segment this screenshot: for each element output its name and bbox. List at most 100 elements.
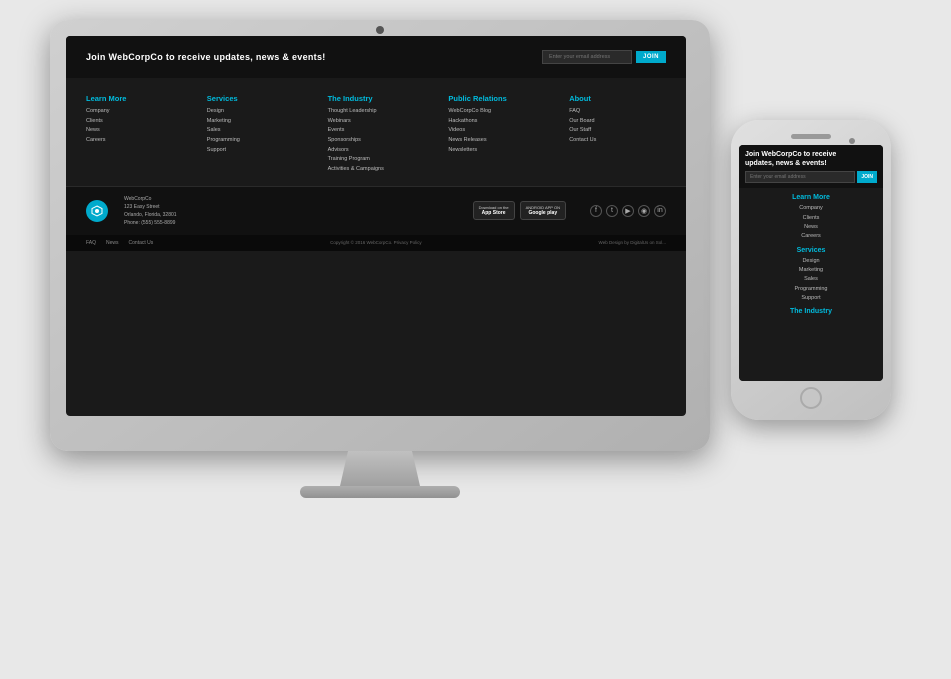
monitor-camera — [376, 26, 384, 34]
monitor: Join WebCorpCo to receive updates, news … — [50, 20, 710, 480]
google-play-badge[interactable]: ANDROID APP ON Google play — [520, 201, 566, 220]
phone-nav-item[interactable]: Marketing — [749, 266, 873, 275]
nav-col-industry: The Industry Thought Leadership Webinars… — [328, 94, 425, 176]
nav-item[interactable]: Marketing — [207, 118, 304, 126]
desktop-join-button[interactable]: JOIN — [636, 51, 666, 63]
bottom-link-faq[interactable]: FAQ — [86, 240, 96, 246]
footer-address: WebCorpCo 123 Easy Street Orlando, Flori… — [124, 195, 177, 227]
phone-nav-heading-learn-more: Learn More — [749, 194, 873, 201]
phone-nav-heading-services: Services — [749, 247, 873, 254]
screen-content: Join WebCorpCo to receive updates, news … — [66, 36, 686, 416]
google-play-name: Google play — [528, 210, 557, 216]
nav-item[interactable]: Hackathons — [448, 118, 545, 126]
phone-nav-heading-industry: The Industry — [749, 308, 873, 315]
app-store-name: App Store — [482, 210, 506, 216]
youtube-icon[interactable]: ▶ — [622, 205, 634, 217]
phone-wrap: Join WebCorpCo to receive updates, news … — [731, 120, 891, 420]
nav-item[interactable]: WebCorpCo Blog — [448, 108, 545, 116]
nav-item[interactable]: Advisors — [328, 147, 425, 155]
nav-item[interactable]: Sponsorships — [328, 137, 425, 145]
phone-bezel: Join WebCorpCo to receive updates, news … — [731, 120, 891, 420]
phone-camera-icon — [849, 138, 855, 144]
nav-item[interactable]: Support — [207, 147, 304, 155]
bottom-link-news[interactable]: News — [106, 240, 119, 246]
nav-heading-services: Services — [207, 94, 304, 103]
phone-join-form: JOIN — [745, 171, 877, 183]
monitor-screen: Join WebCorpCo to receive updates, news … — [66, 36, 686, 416]
phone-speaker — [791, 134, 831, 139]
nav-item[interactable]: Webinars — [328, 118, 425, 126]
phone-nav-item[interactable]: Company — [749, 204, 873, 213]
desktop-email-input[interactable] — [542, 50, 632, 64]
nav-item[interactable]: FAQ — [569, 108, 666, 116]
nav-item[interactable]: Activities & Campaigns — [328, 166, 425, 174]
monitor-bezel: Join WebCorpCo to receive updates, news … — [50, 20, 710, 451]
nav-item[interactable]: News Releases — [448, 137, 545, 145]
address-line1: 123 Easy Street — [124, 203, 177, 211]
nav-item[interactable]: News — [86, 127, 183, 135]
nav-item[interactable]: Contact Us — [569, 137, 666, 145]
scene: Join WebCorpCo to receive updates, news … — [0, 0, 951, 679]
phone-email-input[interactable] — [745, 171, 855, 183]
nav-col-learn-more: Learn More Company Clients News Careers — [86, 94, 183, 176]
phone-nav-item[interactable]: Clients — [749, 214, 873, 223]
nav-heading-learn-more: Learn More — [86, 94, 183, 103]
copyright-text: Copyright © 2016 WebCorpCo. Privacy Poli… — [330, 240, 422, 245]
bottom-links: FAQ News Contact Us — [86, 240, 153, 246]
nav-item[interactable]: Sales — [207, 127, 304, 135]
nav-item[interactable]: Clients — [86, 118, 183, 126]
phone-content: Join WebCorpCo to receive updates, news … — [739, 145, 883, 381]
phone: Join WebCorpCo to receive updates, news … — [731, 120, 891, 420]
nav-item[interactable]: Our Board — [569, 118, 666, 126]
nav-heading-about: About — [569, 94, 666, 103]
linkedin-icon[interactable]: in — [654, 205, 666, 217]
phone-home-button[interactable] — [800, 387, 822, 409]
nav-item[interactable]: Training Program — [328, 156, 425, 164]
nav-item[interactable]: Events — [328, 127, 425, 135]
nav-heading-pr: Public Relations — [448, 94, 545, 103]
monitor-stand — [340, 451, 420, 486]
nav-col-about: About FAQ Our Board Our Staff Contact Us — [569, 94, 666, 176]
instagram-icon[interactable]: ◉ — [638, 205, 650, 217]
phone-nav-item[interactable]: Programming — [749, 285, 873, 294]
nav-item[interactable]: Careers — [86, 137, 183, 145]
phone-nav-item[interactable]: Support — [749, 294, 873, 303]
phone-nav-item[interactable]: Sales — [749, 275, 873, 284]
desktop-join-title: Join WebCorpCo to receive updates, news … — [86, 52, 326, 62]
phone-join-bar: Join WebCorpCo to receive updates, news … — [739, 145, 883, 188]
desktop-join-form: JOIN — [542, 50, 666, 64]
phone-join-title: Join WebCorpCo to receive updates, news … — [745, 150, 877, 168]
phone-nav-item[interactable]: News — [749, 223, 873, 232]
phone-screen: Join WebCorpCo to receive updates, news … — [739, 145, 883, 381]
app-badges: Download on the App Store ANDROID APP ON… — [473, 201, 566, 220]
nav-item[interactable]: Newsletters — [448, 147, 545, 155]
twitter-icon[interactable]: t — [606, 205, 618, 217]
phone-nav-item[interactable]: Careers — [749, 232, 873, 241]
credit-text: Web Design by DigitalUs on Sol... — [599, 240, 666, 245]
company-logo-icon — [86, 200, 108, 222]
desktop-nav-section: Learn More Company Clients News Careers … — [66, 78, 686, 186]
phone-join-button[interactable]: JOIN — [857, 171, 877, 183]
desktop-bottom-bar: FAQ News Contact Us Copyright © 2016 Web… — [66, 235, 686, 251]
address-line2: Orlando, Florida, 32801 — [124, 211, 177, 219]
nav-item[interactable]: Thought Leadership — [328, 108, 425, 116]
nav-heading-industry: The Industry — [328, 94, 425, 103]
social-icons: f t ▶ ◉ in — [590, 205, 666, 217]
nav-item[interactable]: Programming — [207, 137, 304, 145]
facebook-icon[interactable]: f — [590, 205, 602, 217]
nav-item[interactable]: Videos — [448, 127, 545, 135]
monitor-base — [300, 486, 460, 498]
app-store-badge[interactable]: Download on the App Store — [473, 201, 515, 220]
bottom-link-contact[interactable]: Contact Us — [129, 240, 154, 246]
phone-nav-item[interactable]: Design — [749, 257, 873, 266]
nav-item[interactable]: Design — [207, 108, 304, 116]
monitor-wrap: Join WebCorpCo to receive updates, news … — [50, 20, 710, 480]
nav-col-services: Services Design Marketing Sales Programm… — [207, 94, 304, 176]
company-name: WebCorpCo — [124, 195, 177, 203]
nav-col-pr: Public Relations WebCorpCo Blog Hackatho… — [448, 94, 545, 176]
desktop-footer-info: WebCorpCo 123 Easy Street Orlando, Flori… — [66, 186, 686, 235]
nav-item[interactable]: Company — [86, 108, 183, 116]
desktop-join-bar: Join WebCorpCo to receive updates, news … — [66, 36, 686, 78]
phone-number: Phone: (555) 555-8899 — [124, 219, 177, 227]
nav-item[interactable]: Our Staff — [569, 127, 666, 135]
